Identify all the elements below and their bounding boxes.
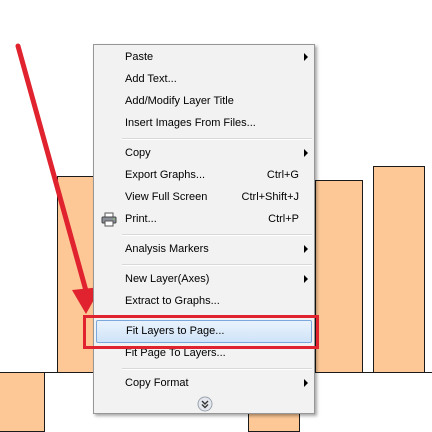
submenu-arrow-icon (304, 275, 308, 283)
menu-item-export-graphs[interactable]: Export Graphs... Ctrl+G (96, 165, 312, 186)
menu-item-new-layer-axes[interactable]: New Layer(Axes) (96, 269, 312, 290)
menu-item-paste[interactable]: Paste (96, 47, 312, 68)
menu-item-add-text[interactable]: Add Text... (96, 69, 312, 90)
double-chevron-down-icon[interactable] (197, 396, 213, 412)
submenu-arrow-icon (304, 53, 308, 61)
menu-separator (122, 264, 312, 266)
annotation-highlight-box (83, 315, 319, 349)
menu-item-view-full-screen[interactable]: View Full Screen Ctrl+Shift+J (96, 187, 312, 208)
menu-separator (122, 138, 312, 140)
menu-item-copy[interactable]: Copy (96, 143, 312, 164)
menu-item-copy-format[interactable]: Copy Format (96, 373, 312, 394)
menu-separator (122, 234, 312, 236)
menu-item-add-modify-layer-title[interactable]: Add/Modify Layer Title (96, 91, 312, 112)
menu-item-analysis-markers[interactable]: Analysis Markers (96, 239, 312, 260)
menu-item-extract-to-graphs[interactable]: Extract to Graphs... (96, 291, 312, 312)
submenu-arrow-icon (304, 245, 308, 253)
menu-item-insert-images[interactable]: Insert Images From Files... (96, 113, 312, 134)
menu-item-print[interactable]: Print... Ctrl+P (96, 209, 312, 230)
submenu-arrow-icon (304, 149, 308, 157)
context-menu: Paste Add Text... Add/Modify Layer Title… (93, 44, 315, 414)
submenu-arrow-icon (304, 379, 308, 387)
menu-separator (122, 368, 312, 370)
printer-icon (101, 212, 117, 227)
